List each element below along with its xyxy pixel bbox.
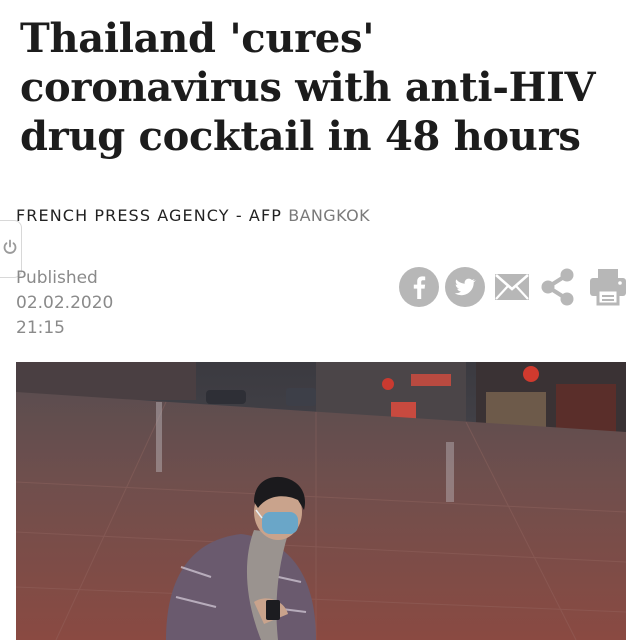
share-icon[interactable] [538, 266, 578, 308]
byline-location: BANGKOK [288, 206, 370, 225]
power-icon [3, 239, 17, 254]
headline-line-2: coronavirus with anti-HIV [20, 64, 596, 111]
published-time: 21:15 [16, 318, 65, 338]
article-photo [16, 362, 626, 640]
street-photo-man-with-mask [16, 362, 626, 640]
print-icon[interactable] [588, 266, 628, 308]
headline-line-3: drug cocktail in 48 hours [20, 113, 581, 160]
published-label: Published [16, 268, 98, 288]
published-date: 02.02.2020 [16, 293, 114, 313]
publish-info: Published 02.02.2020 21:15 [16, 266, 113, 341]
byline-agency: FRENCH PRESS AGENCY - AFP [16, 206, 283, 225]
email-icon[interactable] [492, 266, 532, 308]
twitter-icon[interactable] [444, 266, 486, 308]
facebook-icon[interactable] [398, 266, 440, 308]
article-headline: Thailand 'cures' coronavirus with anti-H… [20, 14, 630, 161]
headline-line-1: Thailand 'cures' [20, 15, 375, 62]
article-byline: FRENCH PRESS AGENCY - AFP BANGKOK [16, 206, 370, 225]
